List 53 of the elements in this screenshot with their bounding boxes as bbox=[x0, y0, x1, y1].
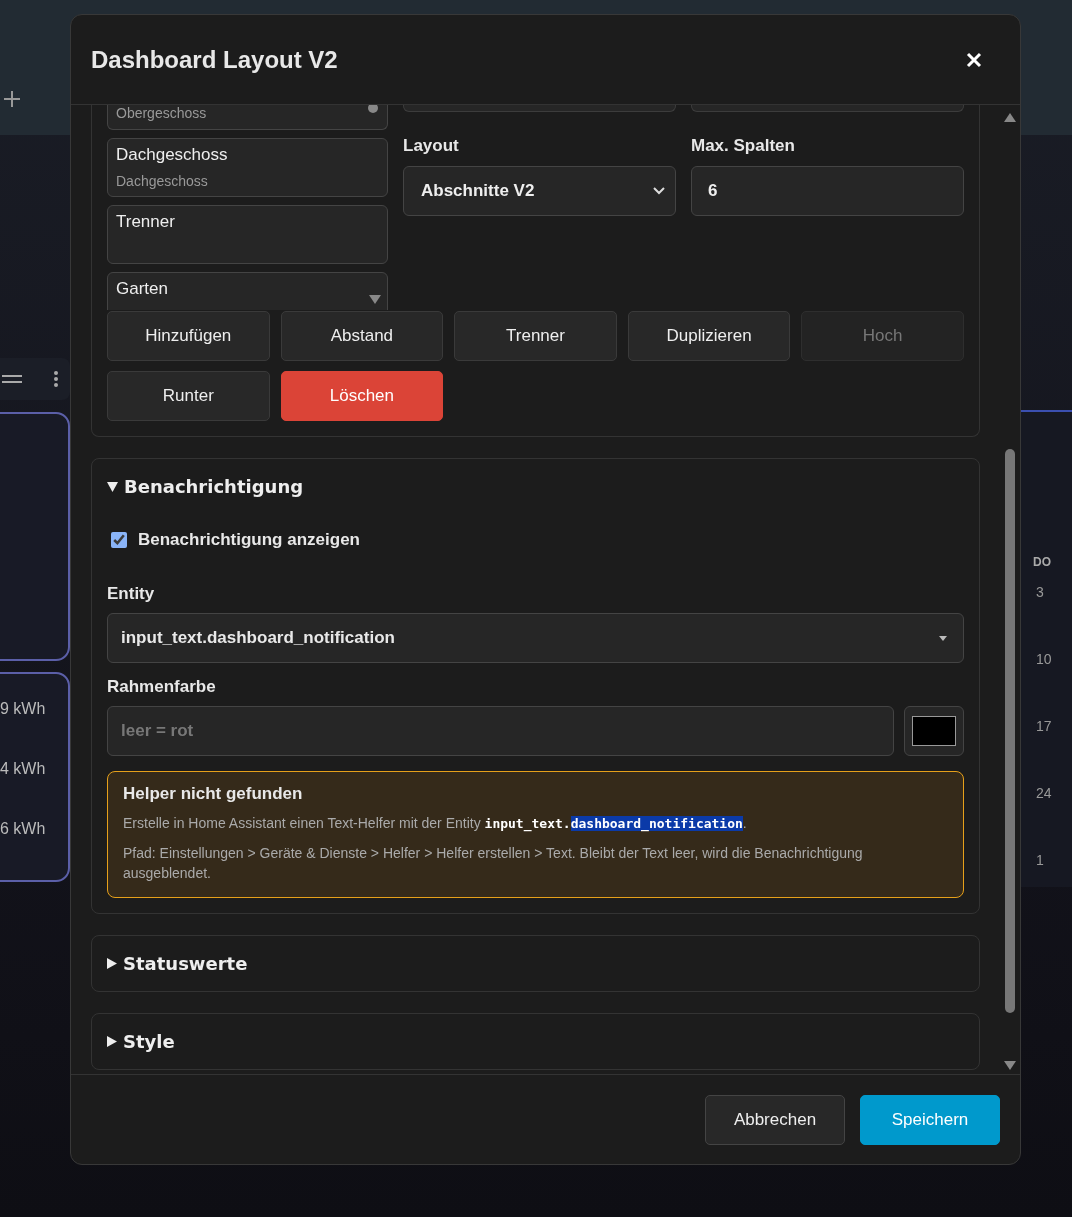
layout-dropdown[interactable]: Abschnitte V2 bbox=[403, 166, 676, 216]
list-scroll-down-icon[interactable] bbox=[369, 295, 381, 304]
scrollbar-thumb[interactable] bbox=[1005, 449, 1015, 1013]
section-list-item[interactable]: Obergeschoss bbox=[107, 105, 388, 130]
calendar-day: 3 bbox=[1036, 584, 1044, 600]
collapsed-triangle-icon bbox=[107, 958, 117, 969]
action-button[interactable]: Löschen bbox=[280, 371, 444, 421]
action-button[interactable]: Hinzufügen bbox=[107, 311, 270, 361]
section-list-item[interactable]: Garten bbox=[107, 272, 388, 310]
warning-title: Helper nicht gefunden bbox=[123, 784, 304, 804]
checkbox-label: Benachrichtigung anzeigen bbox=[138, 530, 360, 550]
entity-dropdown[interactable]: input_text.dashboard_notification bbox=[107, 613, 964, 663]
show-notification-checkbox[interactable] bbox=[111, 532, 127, 548]
panel-header[interactable]: Statuswerte bbox=[107, 936, 964, 991]
color-picker[interactable] bbox=[904, 706, 964, 756]
layout-label: Layout bbox=[403, 136, 460, 156]
energy-reading: 4 kWh bbox=[0, 760, 46, 778]
action-button[interactable]: Abstand bbox=[280, 311, 444, 361]
calendar-day: 24 bbox=[1036, 785, 1052, 801]
chevron-down-icon bbox=[653, 187, 665, 195]
scroll-down-icon[interactable] bbox=[1004, 1061, 1016, 1070]
action-button[interactable]: Runter bbox=[107, 371, 270, 421]
warning-text: Erstelle in Home Assistant einen Text-Helfer mit der Entity input_text.dashboard_notification. bbox=[123, 814, 748, 834]
panel-header[interactable]: Benachrichtigung bbox=[107, 459, 964, 514]
warning-path-text: Pfad: Einstellungen > Geräte & Dienste > Helfer > Helfer erstellen > Text. Bleibt der Text leer, wird die Benachrichtigung ausgeblendet. bbox=[123, 844, 864, 883]
scroll-up-icon[interactable] bbox=[1004, 113, 1016, 122]
panel-header[interactable]: Style bbox=[107, 1014, 964, 1069]
expanded-triangle-icon bbox=[107, 481, 118, 492]
input-field[interactable] bbox=[691, 105, 964, 112]
plus-icon[interactable] bbox=[3, 90, 21, 108]
max-columns-input[interactable]: 6 bbox=[691, 166, 964, 216]
border-color-label: Rahmenfarbe bbox=[107, 677, 217, 697]
max-columns-label: Max. Spalten bbox=[691, 136, 796, 156]
dialog-title: Dashboard Layout V2 bbox=[91, 45, 338, 74]
calendar-day: 10 bbox=[1036, 651, 1052, 667]
section-list-item[interactable]: Dachgeschoss Dachgeschoss bbox=[107, 138, 388, 197]
energy-reading: 9 kWh bbox=[0, 700, 46, 718]
weekday-header: DO bbox=[1033, 555, 1051, 569]
caret-icon bbox=[939, 635, 947, 641]
drag-handle-icon[interactable] bbox=[2, 374, 22, 384]
action-button[interactable]: Duplizieren bbox=[627, 311, 791, 361]
close-icon[interactable] bbox=[966, 51, 982, 68]
action-button[interactable]: Trenner bbox=[454, 311, 617, 361]
calendar-day: 1 bbox=[1036, 852, 1044, 868]
energy-reading: 6 kWh bbox=[0, 820, 46, 838]
calendar-day: 17 bbox=[1036, 718, 1052, 734]
entity-label: Entity bbox=[107, 584, 156, 604]
cancel-button[interactable]: Abbrechen bbox=[705, 1094, 845, 1145]
border-color-input[interactable]: leer = rot bbox=[107, 706, 894, 756]
more-icon[interactable] bbox=[53, 370, 59, 388]
collapsed-triangle-icon bbox=[107, 1036, 117, 1047]
section-list-item[interactable]: Trenner bbox=[107, 205, 388, 264]
input-field[interactable] bbox=[403, 105, 676, 112]
